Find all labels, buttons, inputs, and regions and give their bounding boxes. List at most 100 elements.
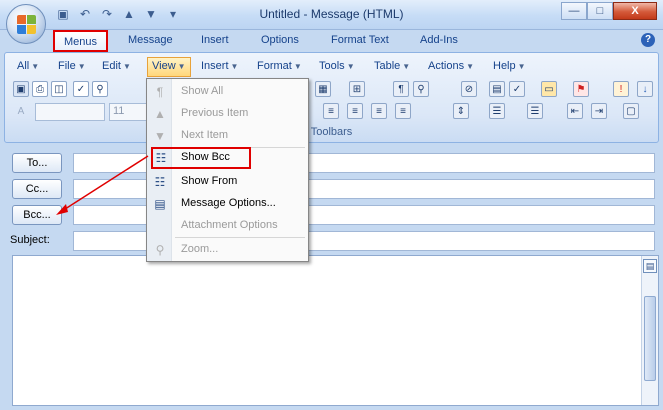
bcc-button[interactable]: Bcc... [12, 205, 62, 225]
menu-insert[interactable]: Insert ▼ [201, 60, 238, 72]
menu-file-label: File [58, 60, 76, 72]
font-combo[interactable] [35, 103, 105, 121]
office-button[interactable] [6, 4, 46, 44]
numbering-icon[interactable]: ☰ [489, 103, 505, 119]
importance-high-icon[interactable]: ! [613, 81, 629, 97]
menu-item-zoom[interactable]: ⚲ Zoom... [147, 239, 308, 261]
line-spacing-icon[interactable]: ⇕ [453, 103, 469, 119]
vertical-scrollbar[interactable]: ▤ [641, 256, 658, 405]
menu-edit[interactable]: Edit ▼ [102, 60, 131, 72]
align-left-icon[interactable]: ≡ [323, 103, 339, 119]
show-bcc-icon: ☷ [155, 151, 167, 165]
menu-separator [175, 237, 305, 238]
categorize-icon[interactable]: ▭ [541, 81, 557, 97]
minimize-button[interactable]: — [561, 2, 587, 20]
bullets-icon[interactable]: ☰ [527, 103, 543, 119]
print-icon[interactable]: ⎙ [32, 81, 48, 97]
outdent-icon[interactable]: ⇤ [567, 103, 583, 119]
size-combo[interactable]: 11 [109, 103, 151, 121]
menu-item-label: Zoom... [181, 243, 219, 255]
chevron-down-icon: ▼ [346, 62, 355, 71]
zoom-icon[interactable]: ⚲ [413, 81, 429, 97]
research-icon[interactable]: ⚲ [92, 81, 108, 97]
menu-actions[interactable]: Actions ▼ [428, 60, 474, 72]
help-icon[interactable]: ? [641, 33, 655, 47]
menu-table-label: Table [374, 60, 401, 72]
ribbon-tabs: Menus Message Insert Options Format Text… [0, 30, 663, 52]
chevron-down-icon: ▼ [466, 62, 474, 71]
border-icon[interactable]: ▢ [623, 103, 639, 119]
chevron-down-icon: ▼ [77, 62, 86, 71]
ruler-toggle-icon[interactable]: ▤ [643, 259, 657, 273]
window-controls: — □ X [561, 2, 657, 20]
toolbars-group-label: Toolbars [310, 126, 353, 138]
to-button[interactable]: To... [12, 153, 62, 173]
align-right-icon[interactable]: ≡ [371, 103, 387, 119]
print-preview-icon[interactable]: ◫ [51, 81, 67, 97]
spelling-icon[interactable]: ✓ [73, 81, 89, 97]
close-button[interactable]: X [613, 2, 657, 20]
importance-low-icon[interactable]: ↓ [637, 81, 653, 97]
menu-insert-label: Insert [201, 60, 229, 72]
tab-format-text[interactable]: Format Text [331, 34, 389, 46]
menu-item-attachment-options[interactable]: Attachment Options [147, 215, 308, 237]
menu-all-label: All [17, 60, 30, 72]
menu-item-show-all[interactable]: ¶ Show All [147, 81, 308, 103]
table-icon[interactable]: ▦ [315, 81, 331, 97]
tab-options[interactable]: Options [261, 34, 299, 46]
menu-item-label: Next Item [181, 129, 229, 141]
attach-icon[interactable]: ⊘ [461, 81, 477, 97]
menu-format[interactable]: Format ▼ [257, 60, 302, 72]
address-book-icon[interactable]: ▤ [489, 81, 505, 97]
address-panel: To... Cc... Bcc... Subject: [4, 145, 659, 251]
indent-icon[interactable]: ⇥ [591, 103, 607, 119]
styles-icon[interactable]: A [13, 103, 29, 119]
title-bar: ▣ ↶ ↷ ▲ ▼ ▾ Untitled - Message (HTML) — … [0, 0, 663, 30]
menu-help[interactable]: Help ▼ [493, 60, 526, 72]
follow-up-flag-icon[interactable]: ⚑ [573, 81, 589, 97]
view-menu-dropdown: ¶ Show All ▲ Previous Item ▼ Next Item ☷… [146, 78, 309, 262]
menu-view-label: View [152, 60, 176, 72]
message-options-icon: ▤ [154, 197, 166, 211]
justify-icon[interactable]: ≡ [395, 103, 411, 119]
menu-view[interactable]: View ▼ [147, 57, 191, 77]
tab-add-ins[interactable]: Add-Ins [420, 34, 458, 46]
menu-item-previous-item[interactable]: ▲ Previous Item [147, 103, 308, 125]
tab-insert[interactable]: Insert [201, 34, 229, 46]
scrollbar-thumb[interactable] [644, 296, 656, 381]
menu-item-label: Show Bcc [181, 151, 230, 163]
tab-menus[interactable]: Menus [53, 30, 109, 52]
cc-button[interactable]: Cc... [12, 179, 62, 199]
check-names-icon[interactable]: ✓ [509, 81, 525, 97]
show-from-icon: ☷ [154, 175, 166, 189]
paragraph-icon[interactable]: ¶ [393, 81, 409, 97]
align-center-icon[interactable]: ≡ [347, 103, 363, 119]
save-icon[interactable]: ▣ [13, 81, 29, 97]
tab-message[interactable]: Message [128, 34, 173, 46]
menu-item-label: Previous Item [181, 107, 249, 119]
menu-item-label: Message Options... [181, 197, 276, 209]
message-body[interactable]: ▤ [12, 255, 659, 406]
chevron-down-icon: ▼ [122, 62, 131, 71]
menu-item-label: Show From [181, 175, 238, 187]
menu-table[interactable]: Table ▼ [374, 60, 410, 72]
menu-item-message-options[interactable]: ▤ Message Options... [147, 193, 308, 215]
menu-edit-label: Edit [102, 60, 121, 72]
chevron-down-icon: ▼ [517, 62, 526, 71]
chevron-down-icon: ▼ [402, 62, 411, 71]
menu-item-next-item[interactable]: ▼ Next Item [147, 125, 308, 147]
menu-item-show-from[interactable]: ☷ Show From [147, 171, 308, 193]
zoom-icon: ⚲ [155, 243, 165, 257]
menu-all[interactable]: All ▼ [17, 60, 39, 72]
menu-format-label: Format [257, 60, 292, 72]
menu-file[interactable]: File ▼ [58, 60, 86, 72]
menu-item-show-bcc[interactable]: ☷ Show Bcc [151, 147, 251, 169]
grid-icon[interactable]: ⊞ [349, 81, 365, 97]
down-arrow-icon: ▼ [154, 129, 166, 143]
chevron-down-icon: ▼ [31, 62, 40, 71]
menu-tools[interactable]: Tools ▼ [319, 60, 355, 72]
maximize-button[interactable]: □ [587, 2, 613, 20]
menu-actions-label: Actions [428, 60, 465, 72]
menu-help-label: Help [493, 60, 516, 72]
menu-tools-label: Tools [319, 60, 345, 72]
